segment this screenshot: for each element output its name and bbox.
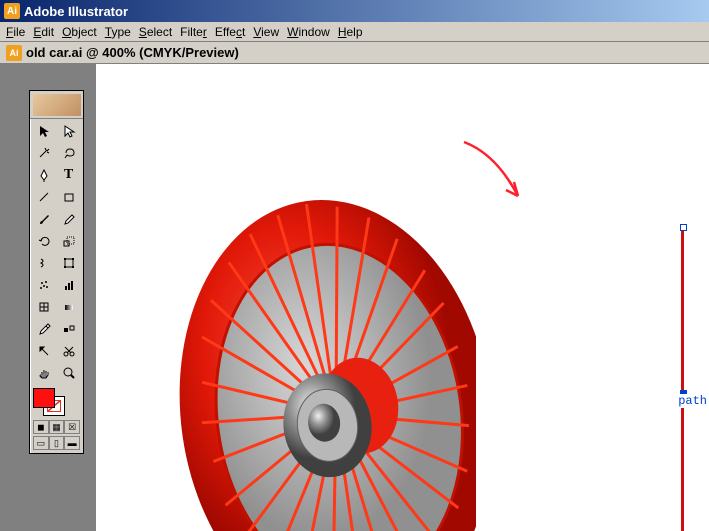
gradient-mode[interactable]: ▦ [49,420,65,434]
eyedropper-tool[interactable] [31,318,56,340]
mesh-tool[interactable] [31,296,56,318]
menu-effect[interactable]: Effect [215,25,245,39]
line-tool[interactable] [31,186,56,208]
selection-tool[interactable] [31,120,56,142]
magic-wand-tool[interactable] [31,142,56,164]
toolbox-header[interactable] [30,91,83,119]
lasso-tool[interactable] [56,142,81,164]
color-mode[interactable]: ◼ [33,420,49,434]
hand-tool[interactable] [31,362,56,384]
paintbrush-tool[interactable] [31,208,56,230]
screen-mode-3[interactable]: ▬ [64,436,80,450]
fill-stroke-swatch[interactable] [33,388,69,418]
title-bar: Ai Adobe Illustrator [0,0,709,22]
slice-tool[interactable] [31,340,56,362]
app-icon: Ai [4,3,20,19]
menu-edit[interactable]: Edit [33,25,54,39]
menu-bar: File Edit Object Type Select Filter Effe… [0,22,709,42]
menu-file[interactable]: File [6,25,25,39]
pencil-tool[interactable] [56,208,81,230]
menu-help[interactable]: Help [338,25,363,39]
toolbox[interactable]: T [29,90,84,454]
graph-tool[interactable] [56,274,81,296]
screen-mode-1[interactable]: ▭ [33,436,49,450]
type-tool[interactable]: T [56,164,81,186]
app-title: Adobe Illustrator [24,4,128,19]
color-swatch-area: ◼ ▦ ☒ ▭ ▯ ▬ [30,385,83,453]
wheel-artwork [166,124,476,531]
path-label: path [676,394,709,408]
rotate-tool[interactable] [31,230,56,252]
canvas[interactable]: path [96,64,709,531]
screen-mode-2[interactable]: ▯ [49,436,65,450]
workspace: T [0,64,709,531]
menu-window[interactable]: Window [287,25,330,39]
blend-tool[interactable] [56,318,81,340]
document-icon: Ai [6,45,22,61]
fill-swatch[interactable] [33,388,55,408]
warp-tool[interactable] [31,252,56,274]
menu-view[interactable]: View [253,25,279,39]
selected-path[interactable] [681,227,684,531]
toolbox-logo [33,94,81,116]
document-title: old car.ai @ 400% (CMYK/Preview) [26,45,239,60]
document-bar: Ai old car.ai @ 400% (CMYK/Preview) [0,42,709,64]
none-mode[interactable]: ☒ [64,420,80,434]
scissors-tool[interactable] [56,340,81,362]
menu-type[interactable]: Type [105,25,131,39]
tool-grid: T [30,119,83,385]
pen-tool[interactable] [31,164,56,186]
menu-object[interactable]: Object [62,25,97,39]
symbol-sprayer-tool[interactable] [31,274,56,296]
zoom-tool[interactable] [56,362,81,384]
scale-tool[interactable] [56,230,81,252]
menu-select[interactable]: Select [139,25,172,39]
menu-filter[interactable]: Filter [180,25,207,39]
rectangle-tool[interactable] [56,186,81,208]
free-transform-tool[interactable] [56,252,81,274]
path-anchor-top[interactable] [680,224,687,231]
gradient-tool[interactable] [56,296,81,318]
direct-selection-tool[interactable] [56,120,81,142]
